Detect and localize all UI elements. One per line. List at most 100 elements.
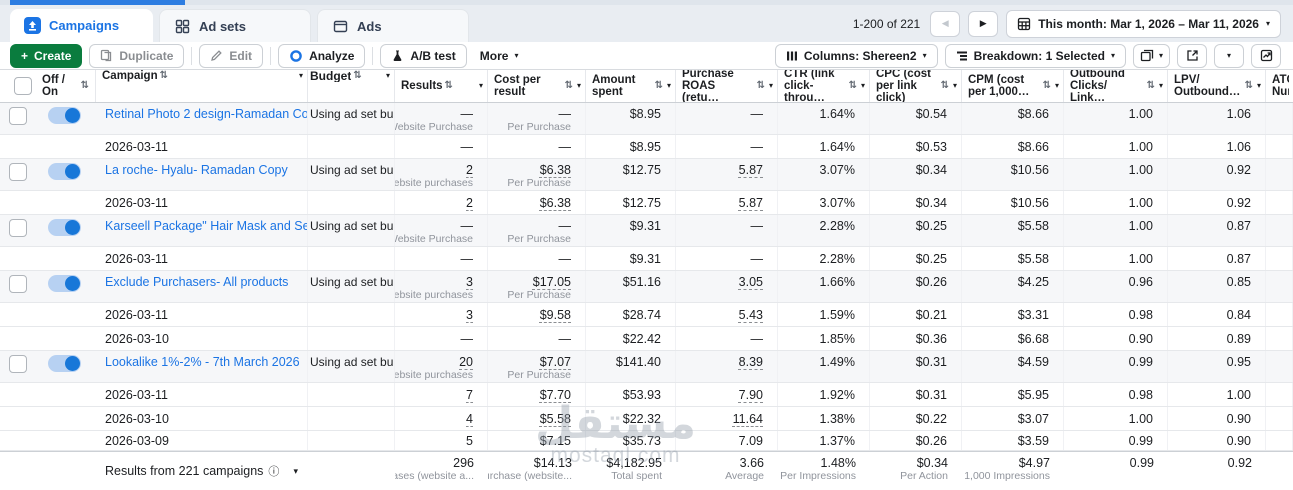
row-checkbox[interactable] xyxy=(9,107,27,125)
create-button[interactable]: + Create xyxy=(10,44,82,68)
campaign-toggle[interactable] xyxy=(48,275,81,292)
results-value[interactable]: 3 xyxy=(466,275,473,289)
ctr-value: 1.38% xyxy=(820,412,855,426)
sort-icon[interactable]: ⇅ xyxy=(160,70,168,82)
date-range-picker[interactable]: This month: Mar 1, 2026 – Mar 11, 2026 ▾ xyxy=(1006,10,1281,38)
sort-icon[interactable]: ⇅ xyxy=(81,80,89,92)
tab-campaigns[interactable]: Campaigns xyxy=(10,9,153,42)
export-options-button[interactable]: ▾ xyxy=(1214,44,1244,68)
campaign-name-link[interactable]: Retinal Photo 2 design-Ramadan Copy xyxy=(105,107,308,122)
sort-icon[interactable]: ⇅ xyxy=(445,80,453,92)
campaign-name-link[interactable]: La roche- Hyalu- Ramadan Copy xyxy=(105,163,288,178)
more-button[interactable]: More ▾ xyxy=(474,44,525,68)
row-checkbox[interactable] xyxy=(9,163,27,181)
header-off-on[interactable]: Off / On ⇅ xyxy=(36,70,96,102)
sort-icon[interactable]: ⇅ xyxy=(757,80,765,92)
columns-button[interactable]: Columns: Shereen2 ▾ xyxy=(775,44,938,68)
cost-value[interactable]: $6.38 xyxy=(540,196,571,210)
roas-value[interactable]: 3.05 xyxy=(739,275,763,289)
roas-value[interactable]: 7.90 xyxy=(739,388,763,402)
prev-page-button[interactable]: ◀ xyxy=(930,11,960,37)
filter-caret-icon[interactable]: ▾ xyxy=(769,80,773,92)
campaign-toggle[interactable] xyxy=(48,107,81,124)
sort-icon[interactable]: ⇅ xyxy=(565,80,573,92)
filter-caret-icon[interactable]: ▾ xyxy=(577,80,581,92)
campaign-toggle[interactable] xyxy=(48,163,81,180)
date-range-label: This month: Mar 1, 2026 – Mar 11, 2026 xyxy=(1038,17,1259,31)
cost-value[interactable]: $7.07 xyxy=(540,355,571,369)
export-button[interactable] xyxy=(1177,44,1207,68)
edit-button[interactable]: Edit xyxy=(199,44,263,68)
filter-caret-icon[interactable]: ▾ xyxy=(479,80,483,92)
row-checkbox[interactable] xyxy=(9,219,27,237)
header-budget[interactable]: Budget ⇅ ▾ xyxy=(308,70,395,102)
sort-icon[interactable]: ⇅ xyxy=(1147,80,1155,92)
filter-caret-icon[interactable]: ▾ xyxy=(1257,80,1261,92)
cost-value[interactable]: $9.58 xyxy=(540,308,571,322)
cell-results: —Website Purchase xyxy=(395,215,488,246)
filter-caret-icon[interactable]: ▾ xyxy=(667,80,671,92)
results-value[interactable]: 4 xyxy=(466,412,473,426)
results-value[interactable]: 7 xyxy=(466,388,473,402)
reports-button[interactable]: ▾ xyxy=(1133,44,1170,68)
results-value[interactable]: 3 xyxy=(466,308,473,322)
cell-results: 7 xyxy=(395,383,488,406)
cost-value[interactable]: $7.70 xyxy=(540,388,571,402)
tab-ads[interactable]: Ads xyxy=(317,9,469,42)
cell-atc xyxy=(1266,191,1293,214)
header-amount-spent[interactable]: Amount spent ⇅ ▾ xyxy=(586,70,676,102)
roas-value[interactable]: 5.43 xyxy=(739,308,763,322)
row-checkbox[interactable] xyxy=(9,275,27,293)
info-icon[interactable]: ⓘ xyxy=(268,463,279,479)
roas-value[interactable]: 5.87 xyxy=(739,163,763,177)
header-campaign[interactable]: Campaign ⇅ ▾ xyxy=(96,70,308,102)
next-page-button[interactable]: ▶ xyxy=(968,11,998,37)
results-value[interactable]: 2 xyxy=(466,163,473,177)
cost-value[interactable]: $5.58 xyxy=(540,412,571,426)
sort-icon[interactable]: ⇅ xyxy=(849,80,857,92)
roas-value[interactable]: 11.64 xyxy=(733,412,763,426)
header-results[interactable]: Results ⇅ ▾ xyxy=(395,70,488,102)
date-label: 2026-03-10 xyxy=(105,332,169,346)
header-cpc[interactable]: CPC (cost per link click) ⇅ ▾ xyxy=(870,70,962,102)
sort-icon[interactable]: ⇅ xyxy=(1043,80,1051,92)
results-value[interactable]: 2 xyxy=(466,196,473,210)
results-value[interactable]: 20 xyxy=(459,355,473,369)
charts-button[interactable] xyxy=(1251,44,1281,68)
header-atc[interactable]: ATC Nur… xyxy=(1266,70,1293,102)
cost-value[interactable]: $6.38 xyxy=(540,163,571,177)
header-cpm[interactable]: CPM (cost per 1,000… ⇅ ▾ xyxy=(962,70,1064,102)
filter-caret-icon[interactable]: ▾ xyxy=(386,70,390,82)
ab-test-button[interactable]: A/B test xyxy=(380,44,466,68)
summary-expand-caret-icon[interactable]: ▾ xyxy=(293,466,308,477)
sort-icon[interactable]: ⇅ xyxy=(1245,80,1253,92)
header-purchase-roas[interactable]: Purchase ROAS (retu… ⇅ ▾ xyxy=(676,70,778,102)
filter-caret-icon[interactable]: ▾ xyxy=(861,80,865,92)
filter-caret-icon[interactable]: ▾ xyxy=(953,80,957,92)
tab-ad-sets[interactable]: Ad sets xyxy=(159,9,311,42)
breakdown-button[interactable]: Breakdown: 1 Selected ▾ xyxy=(945,44,1126,68)
select-all-checkbox[interactable] xyxy=(14,77,32,95)
filter-caret-icon[interactable]: ▾ xyxy=(1159,80,1163,92)
header-outbound-clicks[interactable]: Outbound Clicks/ Link… ⇅ ▾ xyxy=(1064,70,1168,102)
analyze-button[interactable]: Analyze xyxy=(278,44,365,68)
row-checkbox[interactable] xyxy=(9,355,27,373)
header-ctr[interactable]: CTR (link click-throu… ⇅ ▾ xyxy=(778,70,870,102)
filter-caret-icon[interactable]: ▾ xyxy=(299,70,303,82)
header-cost-per-result[interactable]: Cost per result ⇅ ▾ xyxy=(488,70,586,102)
campaign-name-link[interactable]: Karseell Package" Hair Mask and Serum"/ … xyxy=(105,219,308,234)
filter-caret-icon[interactable]: ▾ xyxy=(1055,80,1059,92)
campaign-name-link[interactable]: Exclude Purchasers- All products xyxy=(105,275,288,290)
sort-icon[interactable]: ⇅ xyxy=(353,70,361,82)
sort-icon[interactable]: ⇅ xyxy=(655,80,663,92)
tab-bar: Campaigns Ad sets Ads 1-200 of 221 ◀ ▶ T… xyxy=(0,5,1293,42)
roas-value[interactable]: 8.39 xyxy=(739,355,763,369)
campaign-name-link[interactable]: Lookalike 1%-2% - 7th March 2026 xyxy=(105,355,300,370)
sort-icon[interactable]: ⇅ xyxy=(941,80,949,92)
campaign-toggle[interactable] xyxy=(48,219,81,236)
header-lpv-outbound[interactable]: LPV/ Outbound… ⇅ ▾ xyxy=(1168,70,1266,102)
roas-value[interactable]: 5.87 xyxy=(739,196,763,210)
duplicate-button[interactable]: Duplicate xyxy=(89,44,184,68)
campaign-toggle[interactable] xyxy=(48,355,81,372)
cost-value[interactable]: $17.05 xyxy=(533,275,571,289)
